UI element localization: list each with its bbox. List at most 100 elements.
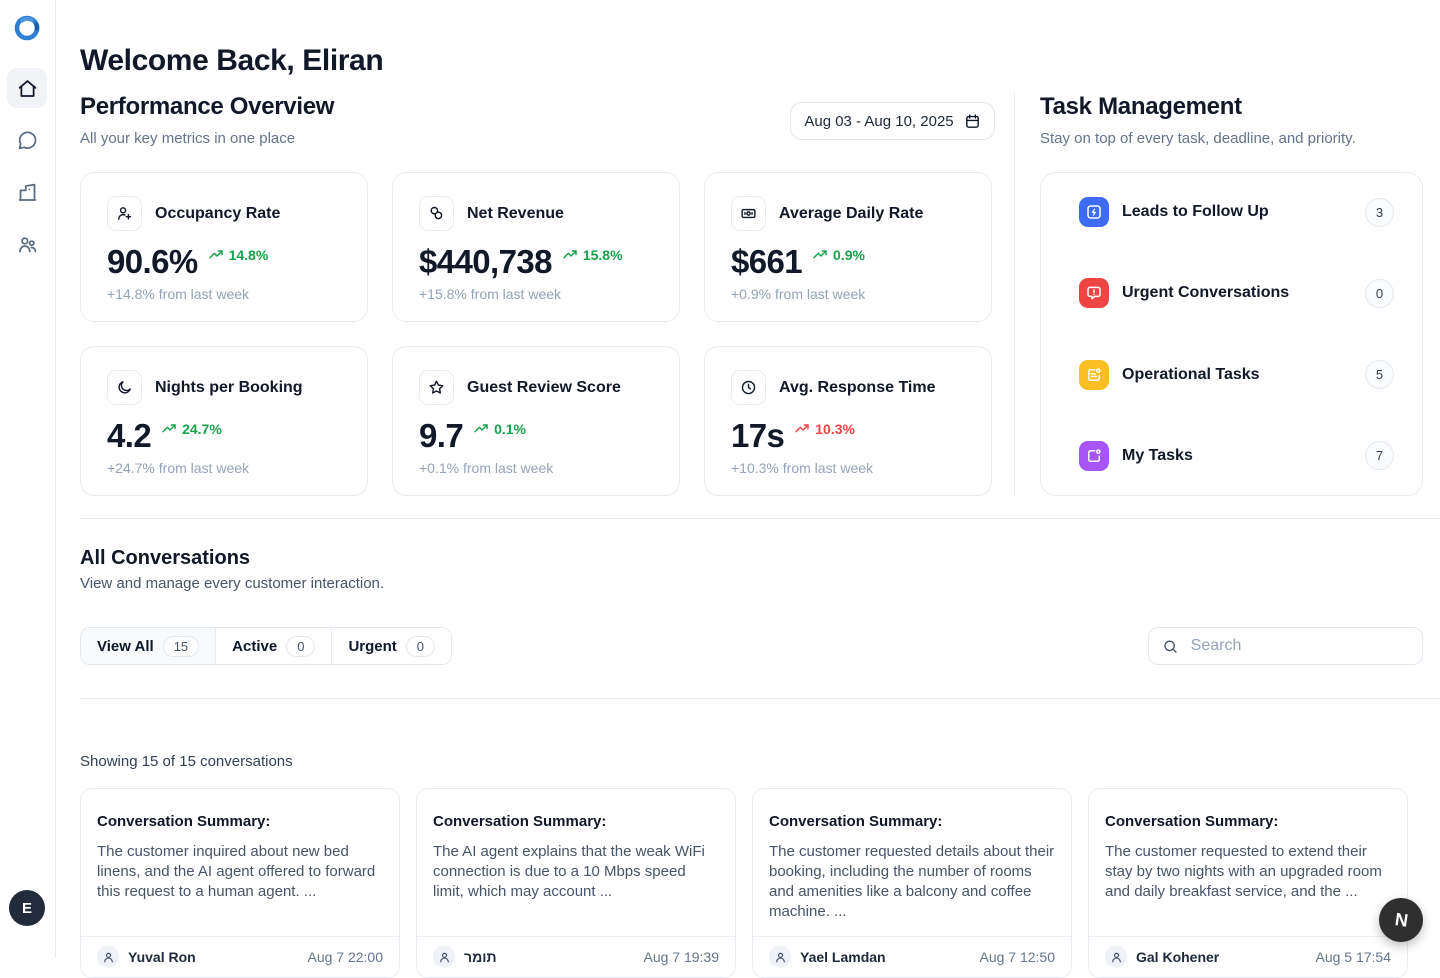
metric-label: Nights per Booking [155, 379, 303, 397]
conversations-section-title: All Conversations [80, 547, 250, 570]
buildings-icon [17, 182, 38, 203]
conversation-timestamp: Aug 7 12:50 [979, 949, 1055, 965]
task-item-urgent-conversations[interactable]: Urgent Conversations 0 [1079, 278, 1394, 308]
metric-label: Avg. Response Time [779, 379, 936, 397]
task-label: Leads to Follow Up [1122, 203, 1269, 221]
floating-widget-label: N [1393, 909, 1409, 932]
conversation-cards-grid: Conversation Summary: The customer inqui… [80, 788, 1408, 978]
tab-view-all[interactable]: View All 15 [81, 628, 216, 664]
metric-card-average-daily-rate: Average Daily Rate $661 0.9% +0.9% from … [704, 172, 992, 322]
user-avatar[interactable]: E [9, 890, 45, 926]
sidebar-item-team[interactable] [7, 224, 47, 264]
zap-square-icon [1079, 197, 1109, 227]
task-count-badge: 0 [1365, 279, 1394, 308]
trending-up-icon [161, 421, 177, 437]
task-count-badge: 5 [1365, 360, 1394, 389]
sidebar-item-properties[interactable] [7, 172, 47, 212]
metric-card-avg-response-time: Avg. Response Time 17s 10.3% +10.3% from… [704, 346, 992, 496]
metric-subtext: +10.3% from last week [731, 460, 965, 476]
metric-label: Guest Review Score [467, 379, 621, 397]
conversation-card[interactable]: Conversation Summary: The AI agent expla… [416, 788, 736, 978]
trending-up-icon [812, 247, 828, 263]
message-alert-icon [1079, 278, 1109, 308]
metric-card-guest-review-score: Guest Review Score 9.7 0.1% +0.1% from l… [392, 346, 680, 496]
trending-up-icon [794, 421, 810, 437]
section-divider [80, 698, 1440, 699]
metric-label: Average Daily Rate [779, 205, 923, 223]
metric-subtext: +14.8% from last week [107, 286, 341, 302]
task-item-my-tasks[interactable]: My Tasks 7 [1079, 441, 1394, 471]
trending-up-icon [473, 421, 489, 437]
metric-subtext: +24.7% from last week [107, 460, 341, 476]
sidebar-item-home[interactable] [7, 68, 47, 108]
user-icon [769, 946, 791, 968]
conversation-summary-title: Conversation Summary: [1105, 813, 1391, 830]
date-range-picker[interactable]: Aug 03 - Aug 10, 2025 [790, 102, 995, 140]
home-icon [17, 78, 38, 99]
chat-icon [17, 130, 38, 151]
task-section-subtitle: Stay on top of every task, deadline, and… [1040, 130, 1356, 147]
page-title: Welcome Back, Eliran [80, 44, 383, 78]
metric-label: Net Revenue [467, 205, 564, 223]
trending-up-icon [562, 247, 578, 263]
metric-trend: 10.3% [794, 421, 855, 437]
user-icon [1105, 946, 1127, 968]
task-item-operational-tasks[interactable]: Operational Tasks 5 [1079, 360, 1394, 390]
section-divider [80, 518, 1440, 519]
sidebar-item-conversations[interactable] [7, 120, 47, 160]
task-label: Operational Tasks [1122, 366, 1260, 384]
task-list-icon [1079, 360, 1109, 390]
conversation-summary-text: The AI agent explains that the weak WiFi… [433, 842, 719, 902]
performance-section-title: Performance Overview [80, 93, 334, 121]
metric-trend: 0.1% [473, 421, 526, 437]
metric-value: $661 [731, 243, 802, 281]
task-count-badge: 3 [1365, 198, 1394, 227]
task-item-leads-to-follow-up[interactable]: Leads to Follow Up 3 [1079, 197, 1394, 227]
performance-section-subtitle: All your key metrics in one place [80, 130, 295, 147]
metric-card-nights-per-booking: Nights per Booking 4.2 24.7% +24.7% from… [80, 346, 368, 496]
tab-count-badge: 0 [406, 636, 435, 657]
conversation-card[interactable]: Conversation Summary: The customer inqui… [80, 788, 400, 978]
metric-trend: 14.8% [208, 247, 269, 263]
app-logo-swirl-icon[interactable] [14, 15, 40, 41]
trending-up-icon [208, 247, 224, 263]
task-count-badge: 7 [1365, 441, 1394, 470]
floating-widget-button[interactable]: N [1379, 898, 1423, 942]
metric-value: 9.7 [419, 417, 463, 455]
conversation-summary-text: The customer inquired about new bed line… [97, 842, 383, 902]
date-range-label: Aug 03 - Aug 10, 2025 [804, 113, 953, 130]
metrics-grid: Occupancy Rate 90.6% 14.8% +14.8% from l… [80, 172, 992, 496]
star-icon [419, 370, 454, 405]
conversation-summary-text: The customer requested details about the… [769, 842, 1055, 922]
search-input[interactable] [1189, 636, 1409, 656]
metric-trend: 24.7% [161, 421, 222, 437]
conversation-card[interactable]: Conversation Summary: The customer reque… [1088, 788, 1408, 978]
coins-icon [419, 196, 454, 231]
conversation-customer-name: Yael Lamdan [800, 949, 886, 965]
metric-label: Occupancy Rate [155, 205, 280, 223]
conversation-summary-title: Conversation Summary: [97, 813, 383, 830]
conversation-summary-text: The customer requested to extend their s… [1105, 842, 1391, 902]
sidebar-nav [7, 68, 47, 264]
conversation-customer-name: Yuval Ron [128, 949, 196, 965]
metric-trend: 0.9% [812, 247, 865, 263]
tab-active[interactable]: Active 0 [216, 628, 332, 664]
conversation-customer-name: תומר [464, 949, 497, 965]
sidebar: E [0, 0, 56, 958]
metric-subtext: +0.9% from last week [731, 286, 965, 302]
conversations-filter-tabs: View All 15 Active 0 Urgent 0 [80, 627, 452, 665]
metric-value: 90.6% [107, 243, 198, 281]
conversation-timestamp: Aug 5 17:54 [1315, 949, 1391, 965]
user-icon [97, 946, 119, 968]
user-icon [433, 946, 455, 968]
conversation-timestamp: Aug 7 19:39 [643, 949, 719, 965]
conversation-summary-title: Conversation Summary: [433, 813, 719, 830]
metric-value: 4.2 [107, 417, 151, 455]
conversation-card[interactable]: Conversation Summary: The customer reque… [752, 788, 1072, 978]
section-divider-vertical [1014, 92, 1015, 496]
tab-urgent[interactable]: Urgent 0 [332, 628, 451, 664]
user-plus-icon [107, 196, 142, 231]
banknote-icon [731, 196, 766, 231]
task-label: My Tasks [1122, 447, 1193, 465]
metric-subtext: +15.8% from last week [419, 286, 653, 302]
